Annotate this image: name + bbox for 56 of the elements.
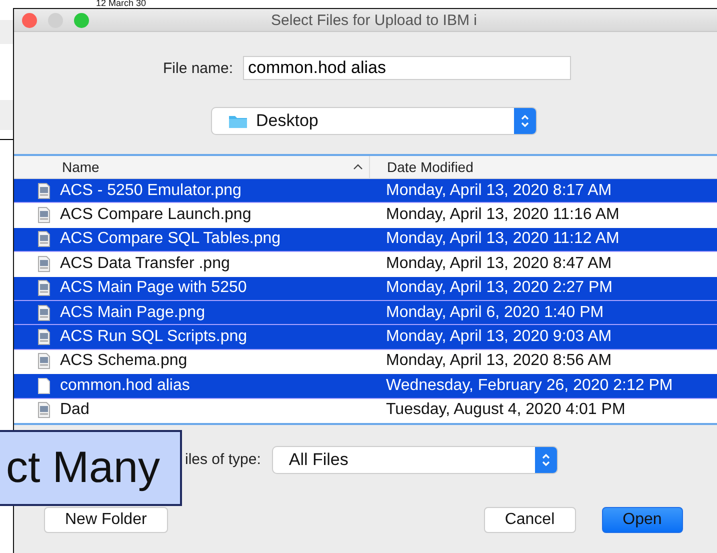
file-name-cell: ACS Run SQL Scripts.png (60, 328, 248, 346)
file-name-cell: ACS Data Transfer .png (60, 254, 230, 273)
file-type-dropdown[interactable]: All Files (272, 446, 557, 473)
file-row[interactable]: ACS Main Page with 5250 Monday, April 13, 2020 2:27 PM (14, 276, 717, 301)
date-cell-text: Tuesday, August 4, 2020 4:01 PM (385, 401, 626, 420)
date-cell-text: Monday, April 13, 2020 8:17 AM (385, 182, 612, 200)
dialog-button[interactable]: New Folder (44, 506, 168, 533)
date-cell-text: Monday, April 13, 2020 9:03 AM (385, 328, 612, 346)
location-dropdown[interactable]: Desktop (212, 108, 536, 134)
dialog-button[interactable]: Cancel (484, 506, 576, 533)
file-row[interactable]: ACS Main Page.png Monday, April 6, 2020 1:40 PM (14, 300, 717, 326)
file-name-cell: ACS Main Page.png (60, 304, 205, 322)
date-cell-text: Wednesday, February 26, 2020 2:12 PM (385, 376, 673, 395)
date-cell-text: Monday, April 13, 2020 8:56 AM (385, 352, 612, 370)
date-cell-text: Monday, April 13, 2020 8:47 AM (385, 254, 612, 273)
image-file-icon (38, 207, 50, 224)
date-cell-text: Monday, April 13, 2020 2:27 PM (385, 279, 613, 298)
file-name-field[interactable]: common.hod alias (243, 56, 572, 80)
image-file-icon (38, 329, 50, 346)
date-cell-text: Monday, April 13, 2020 11:12 AM (385, 230, 620, 248)
column-header[interactable]: Date Modified (370, 156, 474, 178)
file-row[interactable]: common.hod alias Wednesday, February 26, 2020 2:12 PM (14, 374, 717, 399)
files-of-type-label: iles of type: (185, 451, 261, 468)
file-name-cell: ACS Compare SQL Tables.png (60, 230, 281, 248)
blank-file-icon (38, 378, 50, 394)
window-title: Select Files for Upload to IBM i (271, 12, 477, 28)
date-cell-text: Monday, April 13, 2020 11:16 AM (385, 206, 620, 224)
sort-caret-icon (353, 164, 363, 170)
stepper-icon (514, 108, 536, 134)
date-cell-text: Monday, April 6, 2020 1:40 PM (385, 304, 604, 322)
image-file-icon (38, 304, 50, 321)
image-file-icon (38, 402, 50, 418)
column-header[interactable]: Name (14, 156, 370, 178)
minimize-icon[interactable] (48, 13, 63, 28)
file-name-cell: ACS Main Page with 5250 (60, 279, 247, 298)
folder-icon (228, 113, 248, 129)
zoom-icon[interactable] (74, 13, 89, 28)
stepper-icon (534, 446, 557, 473)
file-name-cell: ACS - 5250 Emulator.png (60, 182, 242, 200)
image-file-icon (38, 353, 50, 370)
file-name-label: File name: (163, 60, 234, 76)
image-file-icon (38, 280, 50, 296)
image-file-icon (38, 182, 50, 199)
image-file-icon (38, 256, 50, 272)
close-icon[interactable] (22, 13, 37, 28)
file-name-cell: common.hod alias (60, 376, 190, 395)
callout-label: ct Many (0, 430, 182, 506)
file-row[interactable]: ACS Compare SQL Tables.png Monday, April 13, 2020 11:12 AM (14, 228, 717, 252)
image-file-icon (38, 231, 50, 248)
open-button[interactable]: Open (602, 506, 683, 533)
file-name-cell: ACS Schema.png (60, 352, 188, 370)
file-row[interactable]: ACS Run SQL Scripts.png Monday, April 13, 2020 9:03 AM (14, 325, 717, 350)
file-row[interactable]: Dad Tuesday, August 4, 2020 4:01 PM (14, 398, 717, 423)
file-name-cell: ACS Compare Launch.png (60, 206, 252, 224)
file-row[interactable]: ACS - 5250 Emulator.png Monday, April 13, 2020 8:17 AM (14, 179, 717, 204)
file-name-cell: Dad (60, 401, 90, 420)
